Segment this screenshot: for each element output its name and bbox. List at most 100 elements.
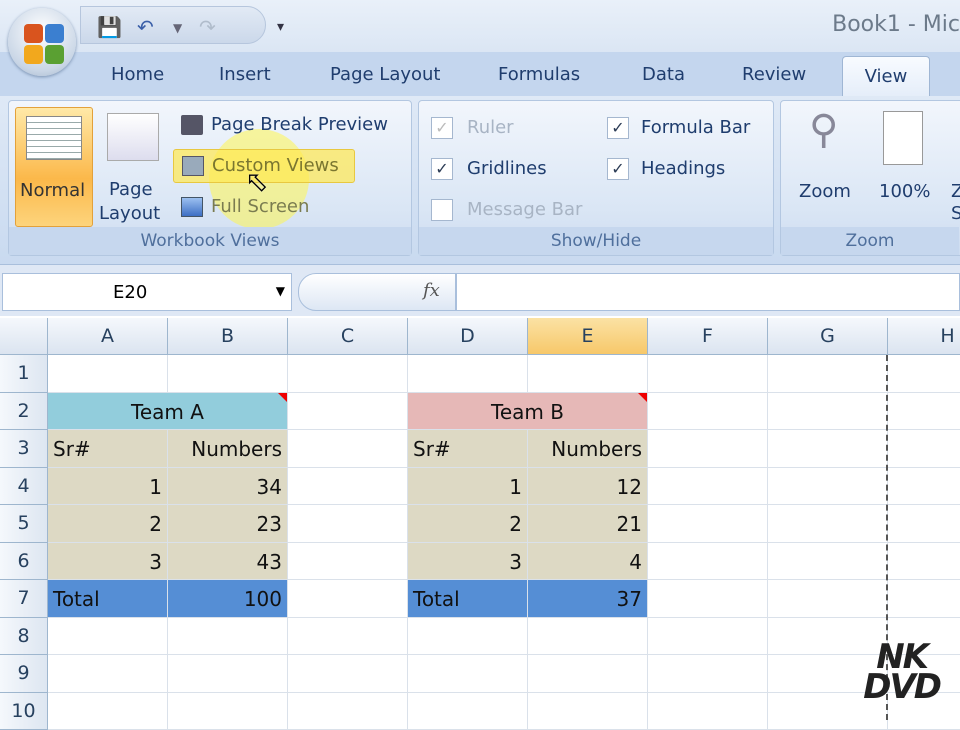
total-value[interactable]: 100	[168, 580, 288, 618]
cell[interactable]	[768, 393, 888, 431]
column-header-g[interactable]: G	[768, 318, 888, 355]
cell[interactable]	[288, 393, 408, 431]
cell[interactable]	[888, 543, 960, 581]
tab-view[interactable]: View	[842, 56, 930, 98]
cell[interactable]	[768, 355, 888, 393]
row-header-8[interactable]: 8	[0, 618, 48, 656]
cell[interactable]	[168, 693, 288, 730]
zoom-selection-label-1[interactable]: Z	[951, 181, 960, 202]
tab-home[interactable]: Home	[111, 64, 164, 85]
number-cell[interactable]: 4	[528, 543, 648, 581]
column-header-d[interactable]: D	[408, 318, 528, 355]
insert-function-icon[interactable]: fx	[423, 280, 440, 301]
name-box-dropdown-icon[interactable]: ▼	[276, 284, 285, 298]
cell[interactable]	[648, 693, 768, 730]
cell[interactable]	[288, 468, 408, 506]
numbers-header[interactable]: Numbers	[168, 430, 288, 468]
row-header-3[interactable]: 3	[0, 430, 48, 468]
cell[interactable]	[288, 543, 408, 581]
cell[interactable]	[888, 580, 960, 618]
cell[interactable]	[168, 655, 288, 693]
total-value[interactable]: 37	[528, 580, 648, 618]
cell[interactable]	[648, 430, 768, 468]
cell[interactable]	[168, 355, 288, 393]
row-header-4[interactable]: 4	[0, 468, 48, 506]
cell[interactable]	[48, 655, 168, 693]
cell[interactable]	[768, 430, 888, 468]
cell[interactable]	[288, 618, 408, 656]
cell[interactable]	[888, 393, 960, 431]
office-button[interactable]	[8, 8, 76, 76]
cell[interactable]	[888, 468, 960, 506]
sr-cell[interactable]: 2	[408, 505, 528, 543]
cell[interactable]	[648, 543, 768, 581]
cell[interactable]	[528, 655, 648, 693]
sr-cell[interactable]: 1	[408, 468, 528, 506]
column-header-h[interactable]: H	[888, 318, 960, 355]
sr-header[interactable]: Sr#	[48, 430, 168, 468]
undo-dropdown-icon[interactable]: ▼	[173, 21, 182, 35]
cell[interactable]	[288, 430, 408, 468]
number-cell[interactable]: 34	[168, 468, 288, 506]
cell[interactable]	[888, 430, 960, 468]
customize-qat-icon[interactable]: ▾	[277, 19, 284, 35]
zoom-selection-label-2[interactable]: S	[951, 203, 960, 224]
total-label[interactable]: Total	[408, 580, 528, 618]
cell[interactable]	[648, 505, 768, 543]
cell[interactable]	[288, 655, 408, 693]
message-bar-checkbox[interactable]	[431, 199, 453, 221]
cell[interactable]	[648, 468, 768, 506]
column-header-e[interactable]: E	[528, 318, 648, 355]
column-header-b[interactable]: B	[168, 318, 288, 355]
sr-cell[interactable]: 1	[48, 468, 168, 506]
number-cell[interactable]: 43	[168, 543, 288, 581]
cell[interactable]	[288, 505, 408, 543]
cell[interactable]	[288, 693, 408, 730]
cell[interactable]	[408, 693, 528, 730]
select-all-corner[interactable]	[0, 318, 48, 355]
name-box[interactable]: E20▼	[2, 273, 292, 311]
full-screen-button[interactable]: Full Screen	[179, 193, 379, 223]
undo-icon[interactable]: ↶	[137, 15, 154, 39]
row-header-2[interactable]: 2	[0, 393, 48, 431]
cell[interactable]	[888, 505, 960, 543]
cell[interactable]	[768, 580, 888, 618]
cell[interactable]	[768, 468, 888, 506]
sr-cell[interactable]: 2	[48, 505, 168, 543]
save-icon[interactable]: 💾	[97, 15, 122, 39]
sr-cell[interactable]: 3	[48, 543, 168, 581]
zoom-100-button[interactable]: 100%	[871, 105, 941, 225]
headings-checkbox[interactable]: ✓	[607, 158, 629, 180]
sr-cell[interactable]: 3	[408, 543, 528, 581]
tab-page-layout[interactable]: Page Layout	[330, 64, 441, 85]
numbers-header[interactable]: Numbers	[528, 430, 648, 468]
tab-review[interactable]: Review	[742, 64, 806, 85]
row-header-10[interactable]: 10	[0, 693, 48, 730]
cell[interactable]	[48, 693, 168, 730]
tab-formulas[interactable]: Formulas	[498, 64, 580, 85]
cell[interactable]	[648, 618, 768, 656]
cell[interactable]	[48, 355, 168, 393]
page-break-preview-button[interactable]: Page Break Preview	[179, 111, 409, 141]
row-header-9[interactable]: 9	[0, 655, 48, 693]
number-cell[interactable]: 23	[168, 505, 288, 543]
cell[interactable]	[648, 655, 768, 693]
tab-data[interactable]: Data	[642, 64, 685, 85]
cell[interactable]	[768, 543, 888, 581]
cell[interactable]	[408, 618, 528, 656]
cell[interactable]	[528, 693, 648, 730]
total-label[interactable]: Total	[48, 580, 168, 618]
cell[interactable]	[288, 580, 408, 618]
team-a-header[interactable]: Team A	[48, 393, 288, 431]
tab-insert[interactable]: Insert	[219, 64, 271, 85]
cell[interactable]	[648, 580, 768, 618]
row-header-5[interactable]: 5	[0, 505, 48, 543]
column-header-c[interactable]: C	[288, 318, 408, 355]
formula-input[interactable]	[456, 273, 960, 311]
team-b-header[interactable]: Team B	[408, 393, 648, 431]
gridlines-checkbox[interactable]: ✓	[431, 158, 453, 180]
column-header-f[interactable]: F	[648, 318, 768, 355]
sr-header[interactable]: Sr#	[408, 430, 528, 468]
cell[interactable]	[648, 355, 768, 393]
normal-view-button[interactable]: Normal	[15, 107, 93, 227]
